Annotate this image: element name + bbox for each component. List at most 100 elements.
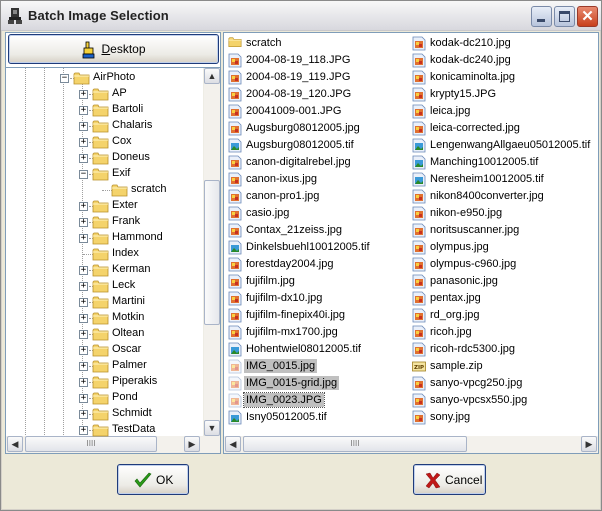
file-name: canon-digitalrebel.jpg: [246, 156, 351, 168]
expand-icon[interactable]: +: [79, 154, 88, 163]
tree-item-label: TestData: [112, 423, 156, 435]
expand-icon[interactable]: +: [79, 106, 88, 115]
scroll-up-button[interactable]: ▲: [204, 68, 220, 84]
expand-icon[interactable]: +: [79, 362, 88, 371]
folder-icon: [92, 119, 109, 133]
file-name: sanyo-vpcsx550.jpg: [430, 394, 528, 406]
file-name: leica.jpg: [430, 105, 471, 117]
collapse-icon[interactable]: −: [60, 74, 69, 83]
expand-icon[interactable]: +: [79, 314, 88, 323]
jpg-file-icon: [228, 104, 242, 119]
files-horizontal-scrollbar[interactable]: ◀ IIII ▶: [224, 436, 598, 453]
scroll-down-button[interactable]: ▼: [204, 420, 220, 436]
file-name: nikon8400converter.jpg: [430, 190, 544, 202]
folder-icon: [92, 343, 109, 357]
title-bar[interactable]: Batch Image Selection ✕: [1, 1, 601, 31]
expand-icon[interactable]: +: [79, 90, 88, 99]
tree-item[interactable]: + Schmidt: [6, 406, 202, 422]
expand-icon[interactable]: +: [79, 202, 88, 211]
tree-item[interactable]: − Exif: [6, 166, 202, 182]
expand-icon[interactable]: +: [79, 282, 88, 291]
zip-file-icon: ZIP: [412, 359, 426, 374]
tree-vertical-thumb[interactable]: [204, 180, 220, 325]
expand-icon[interactable]: +: [79, 218, 88, 227]
expand-icon[interactable]: +: [79, 138, 88, 147]
expand-icon[interactable]: +: [79, 410, 88, 419]
folder-tree[interactable]: ▲ ▼ ◀ IIII ▶ − AirPhoto + AP + Bartoli + Chalar…: [6, 67, 220, 453]
expand-icon[interactable]: +: [79, 378, 88, 387]
expand-icon[interactable]: +: [79, 122, 88, 131]
folder-icon: [111, 183, 128, 197]
tree-item[interactable]: + Cox: [6, 134, 202, 150]
folder-icon: [92, 199, 109, 213]
expand-icon[interactable]: +: [79, 394, 88, 403]
file-name: olympus-c960.jpg: [430, 258, 517, 270]
tree-item[interactable]: + Exter: [6, 198, 202, 214]
file-name: kodak-dc240.jpg: [430, 54, 511, 66]
tree-item[interactable]: + Kerman: [6, 262, 202, 278]
tree-item[interactable]: scratch: [6, 182, 202, 198]
tree-item[interactable]: + Piperakis: [6, 374, 202, 390]
tree-horizontal-thumb[interactable]: IIII: [25, 436, 157, 452]
file-name: IMG_0023.JPG: [243, 392, 325, 408]
scroll-left-button[interactable]: ◀: [7, 436, 23, 452]
jpg-file-icon: [228, 393, 242, 408]
tree-item[interactable]: + Martini: [6, 294, 202, 310]
jpg-file-icon: [412, 36, 426, 51]
tree-item-label: Motkin: [112, 311, 145, 323]
cancel-button[interactable]: Cancel: [413, 464, 486, 495]
tree-item-label: AirPhoto: [93, 71, 136, 83]
tree-item[interactable]: + Frank: [6, 214, 202, 230]
folder-icon: [92, 391, 109, 405]
close-button[interactable]: ✕: [577, 6, 598, 27]
expand-icon[interactable]: +: [79, 346, 88, 355]
tree-item[interactable]: + Oltean: [6, 326, 202, 342]
scroll-left-button[interactable]: ◀: [225, 436, 241, 452]
expand-icon[interactable]: +: [79, 330, 88, 339]
file-name: Isny05012005.tif: [246, 411, 327, 423]
jpg-file-icon: [412, 376, 426, 391]
checkmark-icon: [134, 472, 152, 488]
tree-vertical-scrollbar[interactable]: ▲ ▼: [203, 68, 220, 436]
svg-text:ZIP: ZIP: [414, 365, 424, 371]
scroll-right-button[interactable]: ▶: [184, 436, 200, 452]
minimize-button[interactable]: [531, 6, 552, 27]
expand-icon[interactable]: +: [79, 266, 88, 275]
tree-item[interactable]: + Palmer: [6, 358, 202, 374]
tree-item[interactable]: + Pond: [6, 390, 202, 406]
tree-item[interactable]: − AirPhoto: [6, 70, 202, 86]
files-horizontal-thumb[interactable]: IIII: [243, 436, 467, 452]
expand-icon[interactable]: +: [79, 426, 88, 435]
tree-item[interactable]: + Chalaris: [6, 118, 202, 134]
maximize-button[interactable]: [554, 6, 575, 27]
tree-item[interactable]: + Bartoli: [6, 102, 202, 118]
tif-file-icon: [228, 138, 242, 153]
tree-item[interactable]: + Oscar: [6, 342, 202, 358]
jpg-file-icon: [412, 223, 426, 238]
tree-item[interactable]: Index: [6, 246, 202, 262]
file-name: canon-pro1.jpg: [246, 190, 320, 202]
scroll-right-button[interactable]: ▶: [581, 436, 597, 452]
tree-item[interactable]: + Hammond: [6, 230, 202, 246]
tree-item[interactable]: + AP: [6, 86, 202, 102]
jpg-file-icon: [412, 325, 426, 340]
tree-item[interactable]: + Doneus: [6, 150, 202, 166]
jpg-file-icon: [412, 393, 426, 408]
file-name: casio.jpg: [246, 207, 290, 219]
tree-item[interactable]: + Leck: [6, 278, 202, 294]
ok-button[interactable]: OK: [117, 464, 189, 495]
desktop-button[interactable]: Desktop: [8, 34, 219, 64]
jpg-file-icon: [412, 206, 426, 221]
tree-item[interactable]: + Motkin: [6, 310, 202, 326]
tree-horizontal-scrollbar[interactable]: ◀ IIII ▶: [6, 436, 220, 453]
file-name: canon-ixus.jpg: [246, 173, 317, 185]
minimize-icon: [537, 19, 545, 22]
expand-icon[interactable]: +: [79, 298, 88, 307]
file-list[interactable]: scratch 2004-08-19_118.JPG 2004-08-19_119.…: [223, 32, 599, 454]
expand-icon[interactable]: +: [79, 234, 88, 243]
file-name: fujifilm-dx10.jpg: [246, 292, 323, 304]
jpg-file-icon: [412, 121, 426, 136]
tree-item[interactable]: + TestData: [6, 422, 202, 438]
collapse-icon[interactable]: −: [79, 170, 88, 179]
tree-item-label: Exif: [112, 167, 131, 179]
